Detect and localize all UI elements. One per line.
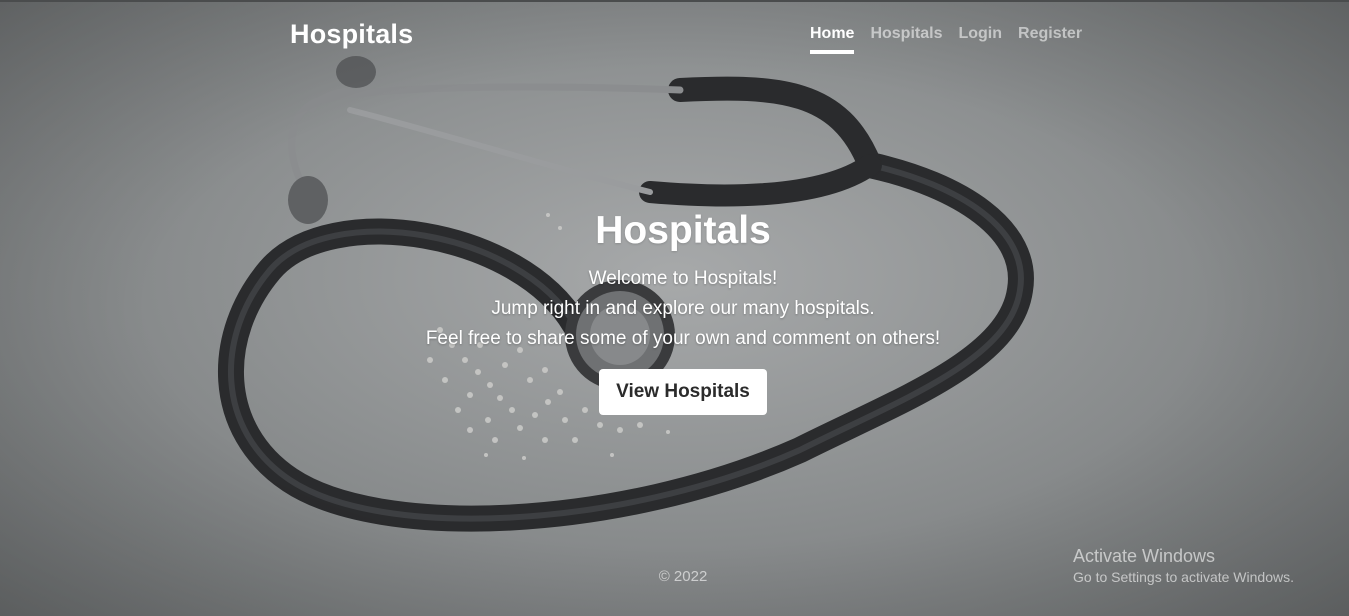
top-border (0, 0, 1349, 2)
nav-hospitals-link[interactable]: Hospitals (870, 24, 942, 54)
brand-logo-text[interactable]: Hospitals (290, 19, 413, 50)
hero-share-text: Feel free to share some of your own and … (425, 328, 941, 349)
nav-home-link[interactable]: Home (810, 24, 855, 54)
hero-title: Hospitals (595, 209, 771, 252)
windows-activation-watermark: Activate Windows Go to Settings to activ… (1073, 545, 1294, 587)
hero-explore-text: Jump right in and explore our many hospi… (491, 298, 875, 319)
nav-login-link[interactable]: Login (958, 24, 1002, 54)
view-hospitals-button[interactable]: View Hospitals (599, 369, 767, 415)
landing-page: Hospitals Home Hospitals Login Register … (0, 0, 1349, 616)
hero-section: Hospitals Welcome to Hospitals! Jump rig… (0, 205, 1349, 415)
hero-welcome-text: Welcome to Hospitals! (588, 268, 778, 289)
nav-register-link[interactable]: Register (1018, 24, 1082, 54)
watermark-subtitle: Go to Settings to activate Windows. (1073, 569, 1294, 585)
watermark-title: Activate Windows (1073, 546, 1216, 566)
main-nav: Home Hospitals Login Register (810, 24, 1082, 54)
